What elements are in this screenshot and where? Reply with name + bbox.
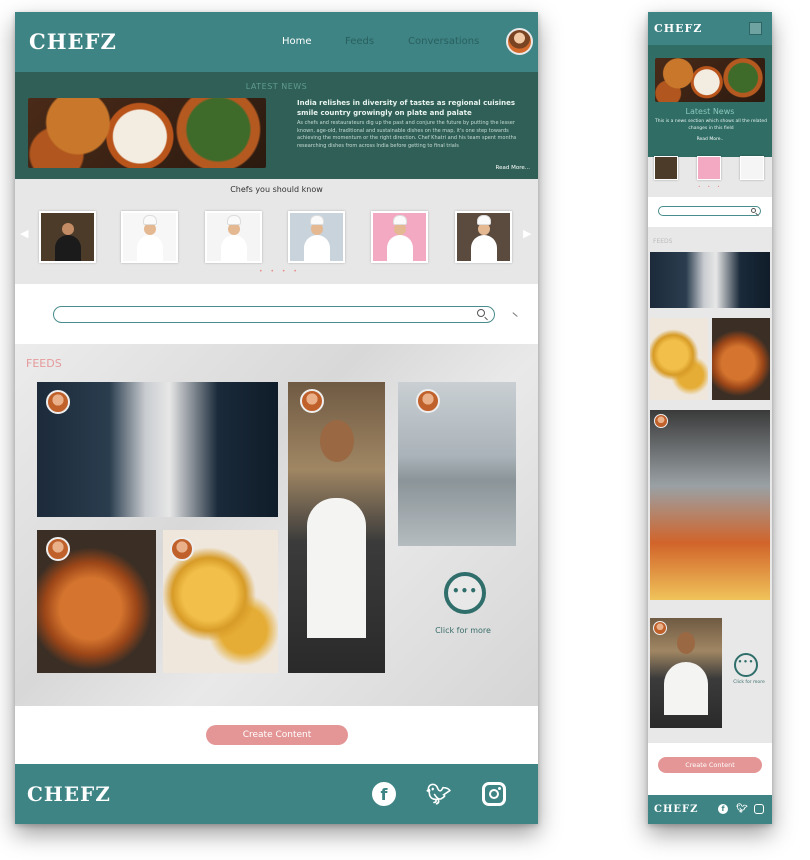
news-food-image xyxy=(655,58,765,102)
chefs-carousel: Chefs you should know ◀ ▶ • • • • xyxy=(15,179,538,284)
carousel-dots[interactable]: • • • xyxy=(698,184,723,189)
nav-conversations[interactable]: Conversations xyxy=(408,36,479,47)
search-bar-section xyxy=(15,284,538,344)
mobile-header: CHEFZ xyxy=(648,12,772,45)
chef-card[interactable] xyxy=(205,211,262,263)
news-section-title: Latest News xyxy=(685,107,735,116)
read-more-link[interactable]: Read More... xyxy=(496,165,530,171)
avatar[interactable] xyxy=(416,389,440,413)
click-for-more-label[interactable]: Click for more xyxy=(726,680,772,685)
feed-post[interactable] xyxy=(650,410,770,600)
more-button[interactable]: ••• xyxy=(444,572,486,614)
avatar[interactable] xyxy=(654,414,668,428)
nav-feeds[interactable]: Feeds xyxy=(345,36,374,47)
search-icon[interactable] xyxy=(477,309,485,317)
feed-post[interactable] xyxy=(650,252,770,308)
mobile-create-section: Create Content xyxy=(648,743,772,795)
feeds-title: FEEDS xyxy=(26,357,62,370)
footer-logo[interactable]: CHEFZ xyxy=(654,804,698,815)
carousel-dots[interactable]: • • • • xyxy=(259,268,300,275)
chef-card[interactable] xyxy=(39,211,96,263)
chevron-left-icon[interactable]: ◀ xyxy=(20,227,28,240)
more-dots-icon: ••• xyxy=(737,658,755,666)
header: CHEFZ Home Feeds Conversations xyxy=(15,12,538,72)
news-body: As chefs and restaurateurs dig up the pa… xyxy=(297,120,517,149)
avatar[interactable] xyxy=(46,537,70,561)
desktop-mockup: CHEFZ Home Feeds Conversations LATEST NE… xyxy=(15,12,538,824)
avatar[interactable] xyxy=(300,389,324,413)
feed-post[interactable] xyxy=(712,318,770,400)
avatar[interactable] xyxy=(653,621,667,635)
instagram-icon[interactable] xyxy=(754,804,764,814)
chef-card[interactable] xyxy=(371,211,428,263)
feed-post[interactable] xyxy=(650,318,708,400)
avatar[interactable] xyxy=(46,390,70,414)
feed-post[interactable] xyxy=(398,382,516,546)
feed-post[interactable] xyxy=(37,382,278,517)
facebook-icon[interactable]: f xyxy=(718,804,728,814)
latest-news-section: LATEST NEWS India relishes in diversity … xyxy=(15,72,538,179)
feed-post[interactable] xyxy=(163,530,278,673)
feeds-title: FEEDS xyxy=(653,238,673,245)
read-more-link[interactable]: Read More.. xyxy=(648,137,772,142)
brand-logo[interactable]: CHEFZ xyxy=(29,29,117,54)
chef-card[interactable] xyxy=(121,211,178,263)
chef-card[interactable] xyxy=(288,211,345,263)
search-icon[interactable] xyxy=(751,208,756,213)
news-text: India relishes in diversity of tastes as… xyxy=(297,98,529,150)
news-food-image xyxy=(28,98,266,168)
click-for-more-label[interactable]: Click for more xyxy=(423,626,503,635)
news-body: This is a news section which shows all t… xyxy=(655,119,767,131)
menu-icon[interactable] xyxy=(749,22,762,35)
twitter-icon[interactable]: 🐦︎ xyxy=(426,782,451,806)
chevron-right-icon[interactable]: ▶ xyxy=(523,227,531,240)
twitter-icon[interactable]: 🐦︎ xyxy=(736,803,747,815)
create-content-button[interactable]: Create Content xyxy=(206,725,348,745)
news-headline: India relishes in diversity of tastes as… xyxy=(297,99,516,117)
filter-icon[interactable] xyxy=(512,312,518,317)
mobile-footer: CHEFZ f 🐦︎ xyxy=(648,795,772,824)
feed-post[interactable] xyxy=(37,530,156,673)
feeds-section: FEEDS ••• Click for more xyxy=(15,344,538,706)
mobile-news-section: Latest News This is a news section which… xyxy=(648,45,772,157)
feed-post[interactable] xyxy=(288,382,385,673)
chef-card[interactable] xyxy=(697,156,721,180)
footer: CHEFZ f 🐦︎ xyxy=(15,764,538,824)
create-section: Create Content xyxy=(15,706,538,764)
facebook-icon[interactable]: f xyxy=(372,782,396,806)
more-button[interactable]: ••• xyxy=(734,653,758,677)
search-input[interactable] xyxy=(658,206,761,216)
mobile-search-section xyxy=(648,197,772,227)
news-section-title: LATEST NEWS xyxy=(245,82,308,91)
search-input[interactable] xyxy=(53,306,495,323)
chef-card[interactable] xyxy=(654,156,678,180)
mockup-stage: CHEFZ Home Feeds Conversations LATEST NE… xyxy=(0,0,810,860)
chef-card[interactable] xyxy=(740,156,764,180)
nav-home[interactable]: Home xyxy=(282,36,312,47)
brand-logo[interactable]: CHEFZ xyxy=(654,22,702,35)
footer-logo[interactable]: CHEFZ xyxy=(27,782,111,806)
avatar[interactable] xyxy=(506,28,533,55)
chef-card[interactable] xyxy=(455,211,512,263)
instagram-icon[interactable] xyxy=(482,782,506,806)
mobile-mockup: CHEFZ Latest News This is a news section… xyxy=(648,12,772,824)
avatar[interactable] xyxy=(170,537,194,561)
chefs-title: Chefs you should know xyxy=(230,185,323,194)
more-dots-icon: ••• xyxy=(451,584,478,598)
create-content-button[interactable]: Create Content xyxy=(658,757,762,773)
feed-post[interactable] xyxy=(650,618,722,728)
